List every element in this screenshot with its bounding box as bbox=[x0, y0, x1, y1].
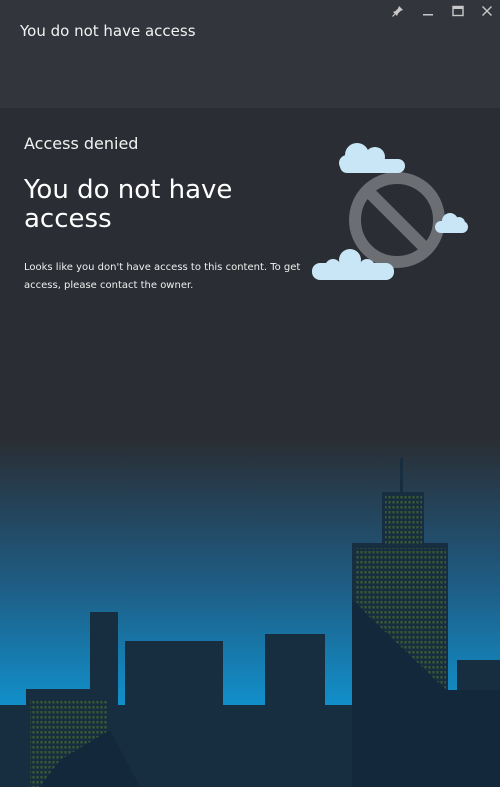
maximize-icon[interactable] bbox=[447, 2, 469, 20]
title-bar: You do not have access bbox=[0, 0, 500, 108]
close-icon[interactable] bbox=[476, 2, 498, 20]
no-access-icon bbox=[349, 172, 445, 268]
access-denied-illustration bbox=[312, 143, 468, 280]
error-heading: You do not have access bbox=[24, 175, 233, 234]
window-title: You do not have access bbox=[20, 22, 196, 40]
pin-icon[interactable] bbox=[387, 2, 409, 20]
cloud-icon bbox=[339, 143, 405, 173]
city-skyline-illustration bbox=[0, 458, 500, 787]
error-label: Access denied bbox=[24, 134, 139, 153]
minimize-icon[interactable] bbox=[417, 2, 439, 20]
error-message: Looks like you don't have access to this… bbox=[24, 262, 301, 291]
